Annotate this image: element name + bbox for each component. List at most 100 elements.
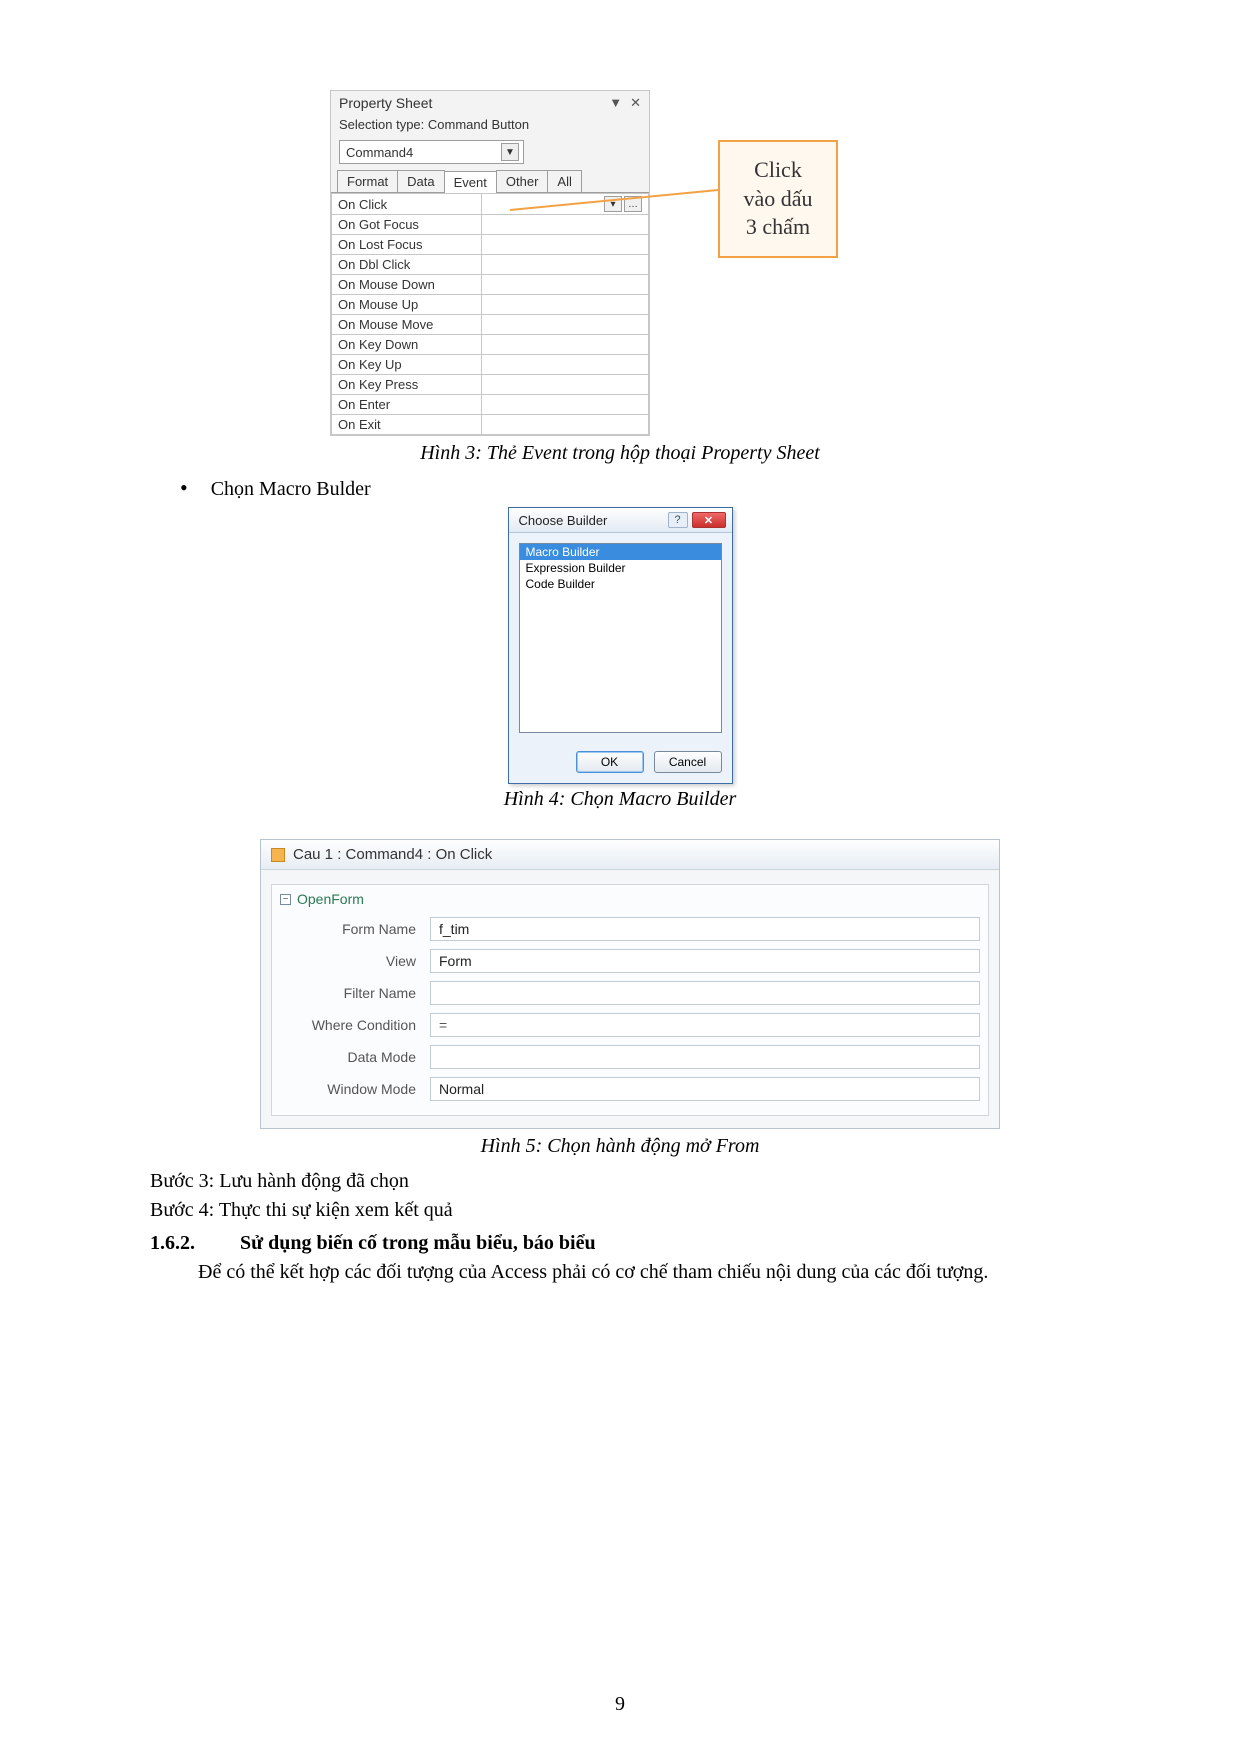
help-icon[interactable]: ? — [668, 512, 688, 528]
event-value-cell[interactable] — [482, 295, 649, 315]
macro-param-input[interactable]: f_tim — [430, 917, 980, 941]
event-name: On Exit — [332, 415, 482, 435]
list-item[interactable]: Expression Builder — [520, 560, 721, 576]
section-paragraph: Để có thể kết hợp các đối tượng của Acce… — [150, 1259, 1090, 1286]
close-icon[interactable]: ✕ — [692, 512, 726, 528]
dialog-title: Choose Builder — [519, 513, 608, 528]
event-row[interactable]: On Lost Focus — [332, 235, 649, 255]
chevron-down-icon[interactable]: ▼ — [501, 143, 519, 161]
close-icon[interactable]: ✕ — [630, 95, 641, 111]
property-sheet-subtitle: Selection type: Command Button — [331, 115, 649, 138]
event-row[interactable]: On Click▾… — [332, 194, 649, 215]
tab-other[interactable]: Other — [496, 170, 549, 192]
section-number: 1.6.2. — [150, 1230, 240, 1257]
property-sheet-titlebar: Property Sheet ▼ ✕ — [331, 91, 649, 115]
ellipsis-button[interactable]: … — [624, 196, 642, 212]
callout-click-ellipsis: Click vào dấu 3 chấm — [718, 140, 838, 258]
macro-tab-icon — [271, 848, 285, 862]
callout-text-line2: vào dấu — [738, 185, 818, 214]
chevron-down-icon[interactable]: ▼ — [609, 95, 622, 111]
macro-action-name: OpenForm — [297, 891, 364, 907]
event-row[interactable]: On Mouse Up — [332, 295, 649, 315]
macro-param-input[interactable]: Normal — [430, 1077, 980, 1101]
tab-event[interactable]: Event — [444, 171, 497, 193]
macro-param-row: Where Condition= — [280, 1009, 980, 1041]
event-row[interactable]: On Key Down — [332, 335, 649, 355]
macro-param-label: Form Name — [280, 921, 430, 937]
step-3-text: Bước 3: Lưu hành động đã chọn — [150, 1168, 1090, 1195]
event-value-cell[interactable] — [482, 415, 649, 435]
event-value-cell[interactable]: ▾… — [482, 194, 649, 215]
event-value-cell[interactable] — [482, 335, 649, 355]
list-item[interactable]: Macro Builder — [520, 544, 721, 560]
event-value-cell[interactable] — [482, 275, 649, 295]
figure-3-caption: Hình 3: Thẻ Event trong hộp thoại Proper… — [150, 442, 1090, 465]
event-value-cell[interactable] — [482, 235, 649, 255]
event-row[interactable]: On Mouse Move — [332, 315, 649, 335]
property-sheet-tabs: FormatDataEventOtherAll — [331, 170, 649, 192]
chevron-down-icon[interactable]: ▾ — [604, 196, 622, 212]
property-sheet-grid: On Click▾…On Got FocusOn Lost FocusOn Db… — [331, 192, 649, 435]
callout-text-line1: Click — [738, 156, 818, 185]
event-value-cell[interactable] — [482, 355, 649, 375]
builder-listbox[interactable]: Macro BuilderExpression BuilderCode Buil… — [519, 543, 722, 733]
macro-editor-window: Cau 1 : Command4 : On Click − OpenForm F… — [260, 839, 1000, 1129]
macro-param-input[interactable]: = — [430, 1013, 980, 1037]
object-selector-combo[interactable]: Command4 ▼ — [339, 140, 524, 164]
page-number: 9 — [0, 1693, 1240, 1716]
step-4-text: Bước 4: Thực thi sự kiện xem kết quả — [150, 1197, 1090, 1224]
macro-param-value: Normal — [439, 1081, 484, 1097]
macro-param-row: Window ModeNormal — [280, 1073, 980, 1105]
event-row[interactable]: On Dbl Click — [332, 255, 649, 275]
macro-param-value: Form — [439, 953, 472, 969]
event-row[interactable]: On Exit — [332, 415, 649, 435]
cancel-button[interactable]: Cancel — [654, 751, 722, 773]
macro-param-input[interactable] — [430, 1045, 980, 1069]
object-selector-value: Command4 — [346, 145, 413, 160]
tab-all[interactable]: All — [547, 170, 581, 192]
ok-button-label: OK — [601, 755, 618, 769]
list-item[interactable]: Code Builder — [520, 576, 721, 592]
figure-5-caption: Hình 5: Chọn hành động mở From — [150, 1135, 1090, 1158]
macro-param-row: Filter Name — [280, 977, 980, 1009]
event-name: On Click — [332, 194, 482, 215]
event-name: On Mouse Up — [332, 295, 482, 315]
tab-data[interactable]: Data — [397, 170, 444, 192]
macro-param-input[interactable] — [430, 981, 980, 1005]
event-row[interactable]: On Enter — [332, 395, 649, 415]
event-row[interactable]: On Got Focus — [332, 215, 649, 235]
event-name: On Key Press — [332, 375, 482, 395]
collapse-icon[interactable]: − — [280, 894, 291, 905]
event-value-cell[interactable] — [482, 315, 649, 335]
property-sheet-title: Property Sheet — [339, 95, 432, 111]
section-title: Sử dụng biến cố trong mẫu biểu, báo biểu — [240, 1232, 596, 1254]
macro-param-value: f_tim — [439, 921, 469, 937]
event-row[interactable]: On Mouse Down — [332, 275, 649, 295]
event-value-cell[interactable] — [482, 215, 649, 235]
property-sheet-panel: Property Sheet ▼ ✕ Selection type: Comma… — [330, 90, 650, 436]
macro-param-input[interactable]: Form — [430, 949, 980, 973]
ok-button[interactable]: OK — [576, 751, 644, 773]
event-name: On Lost Focus — [332, 235, 482, 255]
macro-param-label: View — [280, 953, 430, 969]
macro-action-block: − OpenForm Form Name f_tim View Form Filter … — [271, 884, 989, 1116]
macro-editor-titlebar: Cau 1 : Command4 : On Click — [261, 840, 999, 870]
callout-text-line3: 3 chấm — [738, 213, 818, 242]
macro-param-label: Where Condition — [280, 1017, 430, 1033]
macro-tab-title: Cau 1 : Command4 : On Click — [293, 846, 492, 863]
macro-param-row: Form Name f_tim — [280, 913, 980, 945]
event-value-cell[interactable] — [482, 255, 649, 275]
macro-param-row: Data Mode — [280, 1041, 980, 1073]
tab-format[interactable]: Format — [337, 170, 398, 192]
event-value-cell[interactable] — [482, 375, 649, 395]
event-row[interactable]: On Key Up — [332, 355, 649, 375]
figure-4-caption: Hình 4: Chọn Macro Builder — [150, 788, 1090, 811]
event-value-cell[interactable] — [482, 395, 649, 415]
choose-builder-dialog: Choose Builder ? ✕ Macro BuilderExpressi… — [508, 507, 733, 784]
event-name: On Key Up — [332, 355, 482, 375]
bullet-text: Chọn Macro Bulder — [211, 478, 371, 500]
event-row[interactable]: On Key Press — [332, 375, 649, 395]
event-name: On Mouse Down — [332, 275, 482, 295]
macro-param-row: View Form — [280, 945, 980, 977]
cancel-button-label: Cancel — [669, 755, 706, 769]
